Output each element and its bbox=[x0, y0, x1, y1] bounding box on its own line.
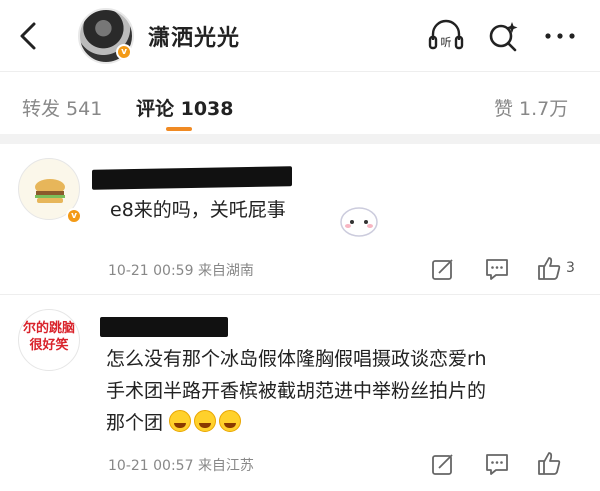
author-name[interactable]: 潇洒光光 bbox=[148, 20, 240, 52]
comment-item: 尔的跳脑 很好笑 怎么没有那个冰岛假体隆胸假唱摄政谈恋爱rh 手术团半路开香槟被… bbox=[0, 295, 600, 491]
tab-comments[interactable]: 评论 1038 bbox=[136, 94, 234, 121]
comment-text: e8来的吗，关吒屁事 bbox=[110, 199, 286, 221]
tab-bar: 转发 541 评论 1038 赞 1.7万 bbox=[0, 72, 600, 134]
top-nav-bar: v 潇洒光光 听 bbox=[0, 0, 600, 72]
listen-icon[interactable]: 听 bbox=[426, 18, 466, 54]
comment-location: 来自湖南 bbox=[197, 263, 254, 279]
repost-icon[interactable] bbox=[430, 451, 456, 477]
avatar-text-line2: 很好笑 bbox=[29, 338, 69, 353]
comment-location: 来自江苏 bbox=[197, 458, 254, 474]
comment-meta: 10-21 00:57 来自江苏 bbox=[108, 455, 254, 475]
reply-icon[interactable] bbox=[484, 256, 510, 282]
comment-text-line: 怎么没有那个冰岛假体隆胸假唱摄政谈恋爱rh bbox=[106, 348, 487, 370]
reply-icon[interactable] bbox=[484, 451, 510, 477]
redacted-username bbox=[92, 166, 292, 190]
active-tab-indicator bbox=[166, 127, 192, 131]
crying-emoji-icon bbox=[169, 410, 192, 432]
magic-search-icon[interactable] bbox=[484, 18, 524, 54]
tab-reposts[interactable]: 转发 541 bbox=[22, 94, 102, 121]
more-options-icon[interactable] bbox=[540, 18, 580, 54]
comment-text-tail: 那个团 bbox=[106, 412, 164, 434]
back-arrow-icon[interactable] bbox=[14, 18, 44, 54]
emoji-sticker-icon bbox=[340, 207, 378, 237]
like-icon[interactable] bbox=[536, 255, 562, 281]
like-icon[interactable] bbox=[536, 450, 562, 476]
comment-item: v e8来的吗，关吒屁事 10-21 00:59 来自湖南 3 bbox=[0, 144, 600, 294]
tab-likes[interactable]: 赞 1.7万 bbox=[494, 94, 568, 121]
comment-time: 10-21 00:59 bbox=[108, 263, 194, 279]
verified-badge-icon: v bbox=[66, 208, 82, 224]
crying-emoji-icon bbox=[194, 410, 217, 432]
avatar-text-line1: 尔的跳脑 bbox=[22, 321, 75, 336]
redacted-username bbox=[100, 317, 228, 337]
comment-meta: 10-21 00:59 来自湖南 bbox=[108, 260, 254, 280]
comment-text-line: 手术团半路开香槟被截胡范进中举粉丝拍片的 bbox=[106, 380, 487, 402]
crying-emoji-icon bbox=[219, 410, 242, 432]
verified-badge-icon: v bbox=[116, 44, 132, 60]
like-count: 3 bbox=[566, 260, 575, 276]
repost-icon[interactable] bbox=[430, 256, 456, 282]
comment-time: 10-21 00:57 bbox=[108, 458, 194, 474]
section-separator bbox=[0, 134, 600, 144]
commenter-avatar[interactable]: 尔的跳脑 很好笑 bbox=[18, 309, 80, 371]
comment-text-line: 那个团 bbox=[106, 407, 244, 439]
listen-label: 听 bbox=[441, 36, 452, 49]
